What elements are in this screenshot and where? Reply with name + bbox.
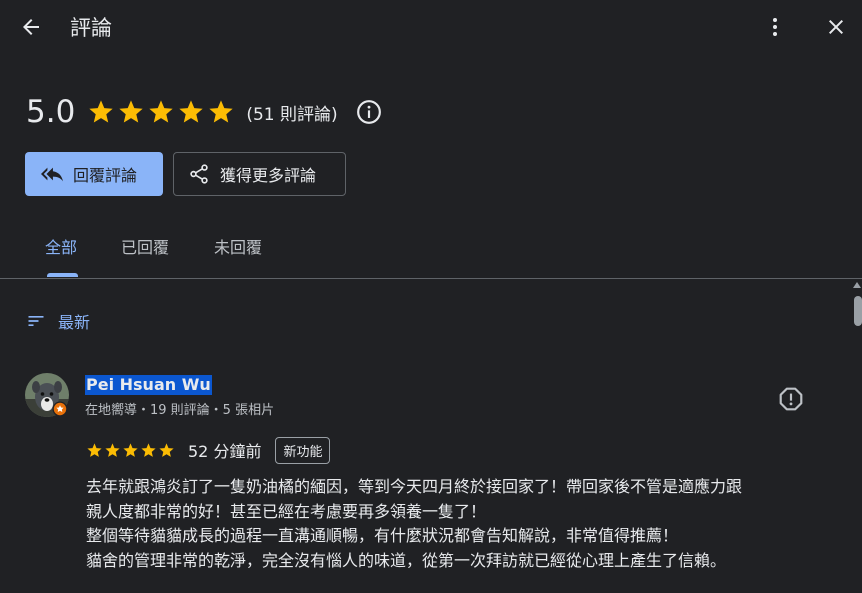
more-options-button[interactable] [762,12,788,42]
review-rating-row: 52 分鐘前 新功能 [86,436,331,464]
reply-reviews-label: 回覆評論 [73,166,138,185]
star-icon [119,100,143,123]
get-more-reviews-button[interactable]: 獲得更多評論 [173,152,346,196]
tab-all[interactable]: 全部 [45,234,77,258]
report-icon[interactable] [778,386,804,412]
close-button[interactable] [820,10,852,44]
sort-icon [28,316,44,326]
star-icon [105,442,120,457]
star-icon [89,100,113,123]
top-app-bar: 評論 [0,0,862,56]
review-text-line: 整個等待貓貓成長的過程一直溝通順暢，有什麼狀況都會告知解說，非常值得推薦！ [86,526,679,545]
tab-unreplied[interactable]: 未回覆 [214,234,262,258]
average-score: 5.0 [26,94,76,130]
more-vertical-icon [773,18,777,36]
scrollbar[interactable] [852,282,862,593]
avatar[interactable] [25,373,69,417]
review-text-line: 去年就跟鴻炎訂了一隻奶油橘的緬因，等到今天四月終於接回家了！帶回家後不管是適應力… [86,477,743,496]
tab-replied[interactable]: 已回覆 [121,234,169,258]
star-icon [87,442,102,457]
review-text: 去年就跟鴻炎訂了一隻奶油橘的緬因，等到今天四月終於接回家了！帶回家後不管是適應力… [86,475,826,573]
dog-photo-avatar-icon [25,373,69,417]
review-text-line: 貓舍的管理非常的乾淨，完全沒有惱人的味道，從第一次拜訪就已經從心理上產生了信賴。 [86,550,727,570]
rating-stars [87,98,235,126]
share-icon [190,164,208,184]
star-icon [123,442,138,457]
review-time: 52 分鐘前 [188,442,262,461]
reply-all-icon [41,167,63,182]
reviewer-name[interactable]: Pei Hsuan Wu [85,375,212,395]
star-icon [209,100,233,123]
scroll-up-arrow-icon[interactable] [853,282,861,288]
sort-label: 最新 [58,313,91,332]
star-icon [149,100,173,123]
star-icon [179,100,203,123]
arrow-left-icon [23,19,39,35]
sort-button[interactable]: 最新 [26,309,90,333]
star-icon [141,442,156,457]
page-title: 評論 [70,16,112,40]
rating-summary: 5.0 (51 則評論) [26,92,382,132]
reviewer-meta: 在地嚮導・19 則評論・5 張相片 [85,403,275,418]
review-count: (51 則評論) [246,104,338,125]
new-feature-badge: 新功能 [275,436,331,464]
active-tab-indicator [47,273,78,277]
star-icon [159,442,174,457]
back-button[interactable] [14,10,48,44]
review-stars [86,442,175,459]
get-more-reviews-label: 獲得更多評論 [220,166,317,185]
info-icon[interactable] [356,99,382,125]
scrollbar-thumb[interactable] [854,296,862,326]
close-icon [829,20,843,34]
review-text-line: 親人度都非常的好！甚至已經在考慮要再多領養一隻了！ [86,501,487,521]
reply-reviews-button[interactable]: 回覆評論 [25,152,163,196]
filter-tabs: 全部 已回覆 未回覆 [0,222,862,279]
